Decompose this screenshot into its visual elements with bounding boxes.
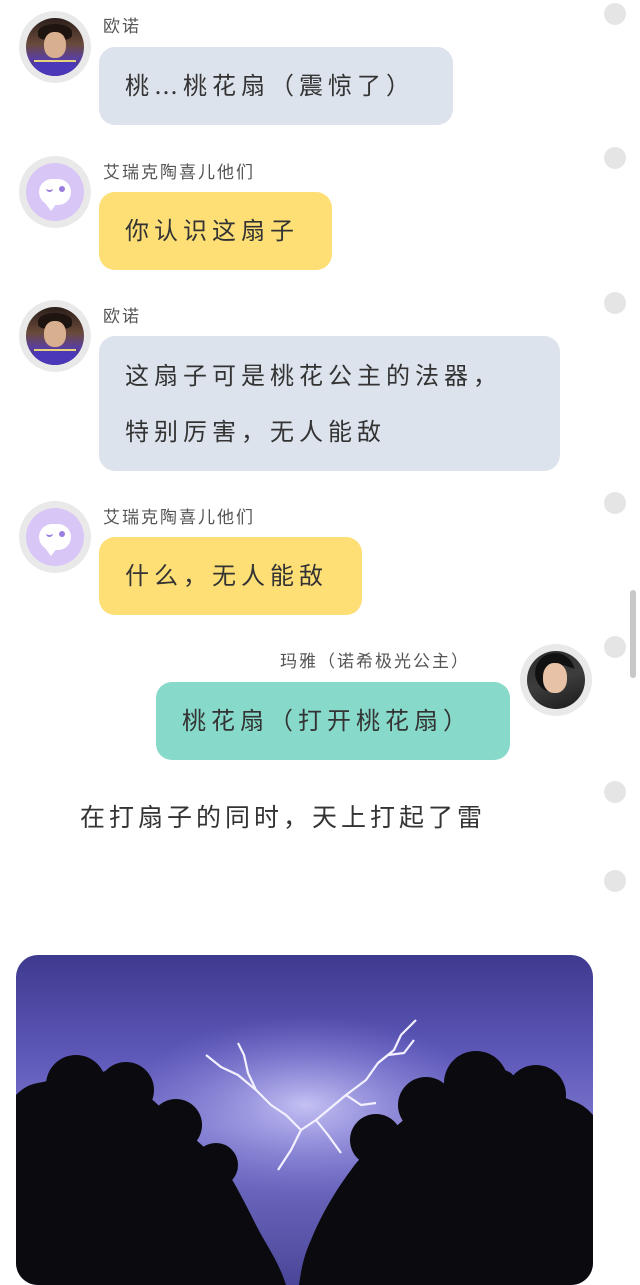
message-bubble[interactable]: 这扇子可是桃花公主的法器， 特别厉害，无人能敌 (99, 336, 560, 471)
avatar[interactable] (19, 156, 91, 228)
avatar[interactable] (19, 300, 91, 372)
message-bubble[interactable]: 你认识这扇子 (99, 192, 332, 270)
message-line: 特别厉害，无人能敌 (125, 418, 386, 446)
indicator-dot (604, 3, 626, 25)
sender-name: 艾瑞克陶喜儿他们 (103, 163, 255, 183)
indicator-dot (604, 147, 626, 169)
indicator-dot (604, 781, 626, 803)
avatar[interactable] (19, 501, 91, 573)
message-bubble[interactable]: 桃花扇（打开桃花扇） (156, 682, 510, 760)
avatar[interactable] (520, 644, 592, 716)
sender-name: 艾瑞克陶喜儿他们 (103, 508, 255, 528)
message-line: 这扇子可是桃花公主的法器， (125, 362, 502, 390)
sender-name: 欧诺 (103, 307, 141, 327)
message-bubble[interactable]: 什么，无人能敌 (99, 537, 362, 615)
lightning-illustration (16, 1015, 593, 1285)
avatar[interactable] (19, 11, 91, 83)
sender-name: 欧诺 (103, 17, 141, 37)
scrollbar[interactable] (630, 590, 636, 678)
indicator-dot (604, 292, 626, 314)
narration-text: 在打扇子的同时，天上打起了雷 (80, 803, 487, 832)
indicator-dot (604, 636, 626, 658)
lightning-image[interactable] (16, 955, 593, 1285)
sender-name: 玛雅（诺希极光公主） (280, 652, 470, 672)
indicator-dot (604, 870, 626, 892)
message-bubble[interactable]: 桃…桃花扇（震惊了） (99, 47, 453, 125)
indicator-dot (604, 492, 626, 514)
